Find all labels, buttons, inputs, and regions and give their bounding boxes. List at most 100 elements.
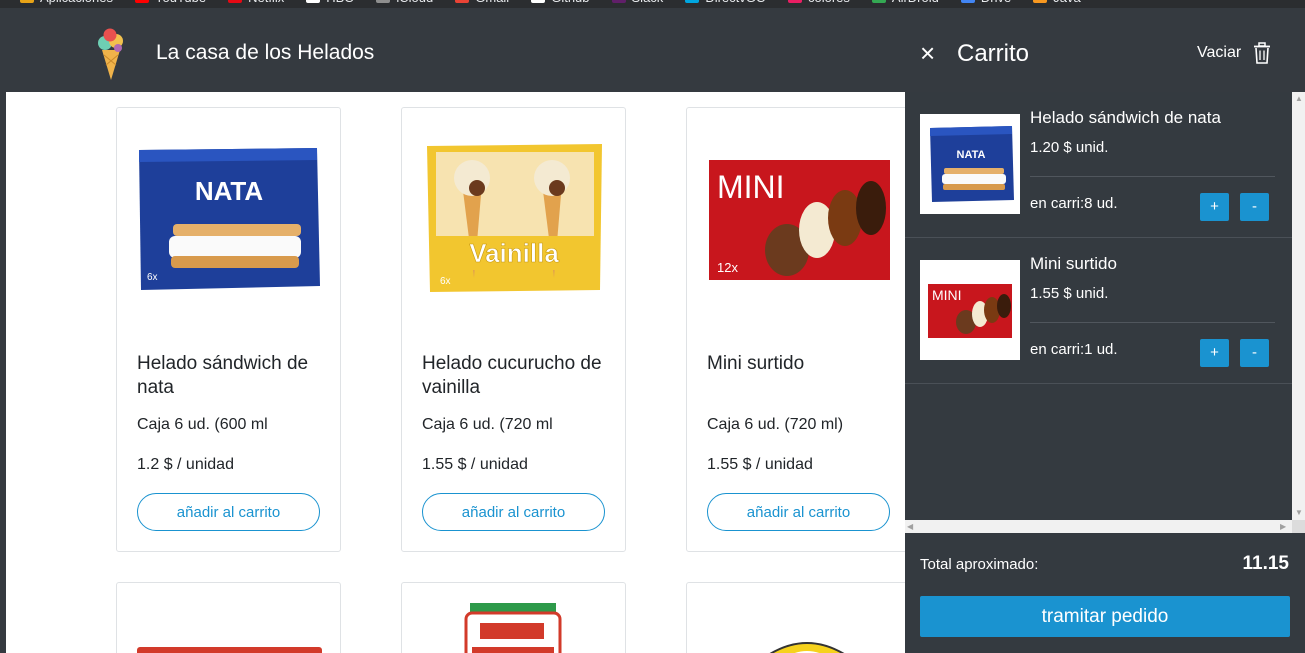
add-to-cart-button[interactable]: añadir al carrito	[137, 493, 320, 531]
cart-item-name: Mini surtido	[1030, 254, 1117, 273]
bookmark-favicon-icon	[455, 0, 470, 3]
add-to-cart-button[interactable]: añadir al carrito	[422, 493, 605, 531]
cart-items-list[interactable]: NATA Helado sándwich de nata 1.20 $ unid…	[905, 92, 1292, 520]
product-image-mini: MINI 12x	[709, 160, 890, 280]
scroll-down-icon[interactable]: ▼	[1295, 508, 1303, 517]
mini-box-text-small: MINI	[932, 287, 962, 303]
bookmark-item[interactable]: HBO	[306, 0, 354, 5]
cart-panel: NATA Helado sándwich de nata 1.20 $ unid…	[905, 92, 1305, 653]
product-grid: NATA 6x Helado sándwich de nata Caja 6 u…	[6, 92, 905, 653]
bookmark-label: Java	[1053, 0, 1080, 5]
bookmark-item[interactable]: colores	[787, 0, 850, 5]
bookmark-label: Slack	[632, 0, 664, 5]
bookmark-label: Github	[551, 0, 589, 5]
bookmark-item[interactable]: Drive	[960, 0, 1011, 5]
bookmark-favicon-icon	[1033, 0, 1048, 3]
bookmark-item[interactable]: Github	[531, 0, 590, 5]
product-card: Vainilla 6x Helado cucurucho de vainilla…	[401, 107, 626, 552]
bookmark-item[interactable]: iCloud	[376, 0, 433, 5]
scroll-right-icon[interactable]: ▶	[1280, 522, 1286, 531]
bookmark-item[interactable]: Java	[1033, 0, 1081, 5]
product-name: Helado sándwich de nata	[137, 353, 309, 398]
total-value: 11.15	[1242, 553, 1290, 574]
bookmark-label: colores	[808, 0, 850, 5]
add-to-cart-button[interactable]: añadir al carrito	[707, 493, 890, 531]
product-name: Helado cucurucho de vainilla	[422, 353, 602, 398]
bookmark-favicon-icon	[871, 0, 886, 3]
product-description: Caja 6 ud. (720 ml)	[707, 416, 844, 433]
brand-title: La casa de los Helados	[156, 41, 375, 64]
product-image-partial	[137, 647, 322, 653]
product-card	[116, 582, 341, 653]
bookmark-item[interactable]: Slack	[611, 0, 664, 5]
bookmark-favicon-icon	[611, 0, 626, 3]
product-card	[686, 582, 905, 653]
bookmark-favicon-icon	[960, 0, 975, 3]
bookmark-favicon-icon	[376, 0, 391, 3]
product-image-partial	[769, 642, 845, 653]
bookmark-item[interactable]: DirectvGO	[685, 0, 766, 5]
cart-footer: Total aproximado: 11.15 tramitar pedido	[905, 533, 1305, 653]
bookmark-label: iCloud	[396, 0, 433, 5]
nata-box-text-small: NATA	[957, 149, 986, 161]
cart-item-price: 1.20 $ unid.	[1030, 139, 1109, 156]
decrease-quantity-button[interactable]: -	[1240, 339, 1269, 367]
total-label: Total aproximado:	[920, 556, 1039, 573]
cart-item: NATA Helado sándwich de nata 1.20 $ unid…	[905, 92, 1292, 238]
scrollbar-corner	[1292, 520, 1305, 533]
app-header: La casa de los Helados × Carrito Vaciar	[0, 8, 1305, 92]
bookmark-label: HBO	[326, 0, 354, 5]
increase-quantity-button[interactable]: +	[1200, 193, 1229, 221]
bookmark-favicon-icon	[306, 0, 321, 3]
mini-box-text: MINI	[717, 169, 785, 205]
vertical-scrollbar[interactable]: ▲ ▼	[1292, 92, 1305, 520]
bookmark-label: Netflix	[248, 0, 284, 5]
divider	[1030, 176, 1275, 177]
bookmark-item[interactable]: AirDroid	[871, 0, 939, 5]
cart-item-name: Helado sándwich de nata	[1030, 108, 1221, 127]
scroll-left-icon[interactable]: ◀	[907, 522, 913, 531]
increase-quantity-button[interactable]: +	[1200, 339, 1229, 367]
product-image-nata: NATA 6x	[139, 148, 320, 290]
bookmark-favicon-icon	[531, 0, 546, 3]
divider	[1030, 322, 1275, 323]
horizontal-scrollbar[interactable]: ◀ ▶	[905, 520, 1292, 533]
bookmark-label: Gmail	[475, 0, 509, 5]
bookmark-label: Drive	[981, 0, 1011, 5]
product-card: MINI 12x Mini surtido Caja 6 ud. (720 ml…	[686, 107, 905, 552]
product-image-partial	[464, 603, 562, 653]
bookmarks-bar: Aplicaciones YouTube Netflix HBO iCloud Gmail…	[0, 0, 1305, 8]
cart-item-quantity: en carri:1 ud.	[1030, 341, 1118, 358]
vainilla-count-text: 6x	[440, 276, 451, 287]
bookmark-label: Aplicaciones	[40, 0, 113, 5]
bookmark-item[interactable]: YouTube	[135, 0, 206, 5]
cart-title: Carrito	[957, 40, 1030, 67]
bookmark-item[interactable]: Netflix	[228, 0, 284, 5]
clear-cart-button[interactable]: Vaciar	[1197, 44, 1241, 62]
bookmark-favicon-icon	[228, 0, 243, 3]
nata-count-text: 6x	[147, 272, 158, 283]
bookmark-favicon-icon	[787, 0, 802, 3]
trash-icon[interactable]	[1253, 42, 1271, 64]
cart-item-image: MINI	[920, 260, 1020, 360]
product-name: Mini surtido	[707, 353, 805, 374]
bookmark-item[interactable]: Gmail	[455, 0, 509, 5]
scroll-up-icon[interactable]: ▲	[1295, 94, 1303, 103]
product-card	[401, 582, 626, 653]
close-cart-icon[interactable]: ×	[920, 38, 935, 68]
product-image-vainilla: Vainilla 6x	[427, 144, 602, 292]
mini-count-text: 12x	[717, 260, 738, 275]
cart-item: MINI Mini surtido 1.55 $ unid. en carri:…	[905, 238, 1292, 384]
bookmark-favicon-icon	[20, 0, 34, 3]
product-card: NATA 6x Helado sándwich de nata Caja 6 u…	[116, 107, 341, 552]
checkout-button[interactable]: tramitar pedido	[920, 596, 1290, 637]
product-description: Caja 6 ud. (720 ml	[422, 416, 553, 433]
bookmark-label: YouTube	[155, 0, 206, 5]
cart-item-price: 1.55 $ unid.	[1030, 285, 1109, 302]
product-price: 1.2 $ / unidad	[137, 456, 234, 473]
cart-item-image: NATA	[920, 114, 1020, 214]
bookmark-item[interactable]: Aplicaciones	[20, 0, 113, 5]
nata-box-text: NATA	[195, 176, 264, 206]
decrease-quantity-button[interactable]: -	[1240, 193, 1269, 221]
product-price: 1.55 $ / unidad	[422, 456, 528, 473]
